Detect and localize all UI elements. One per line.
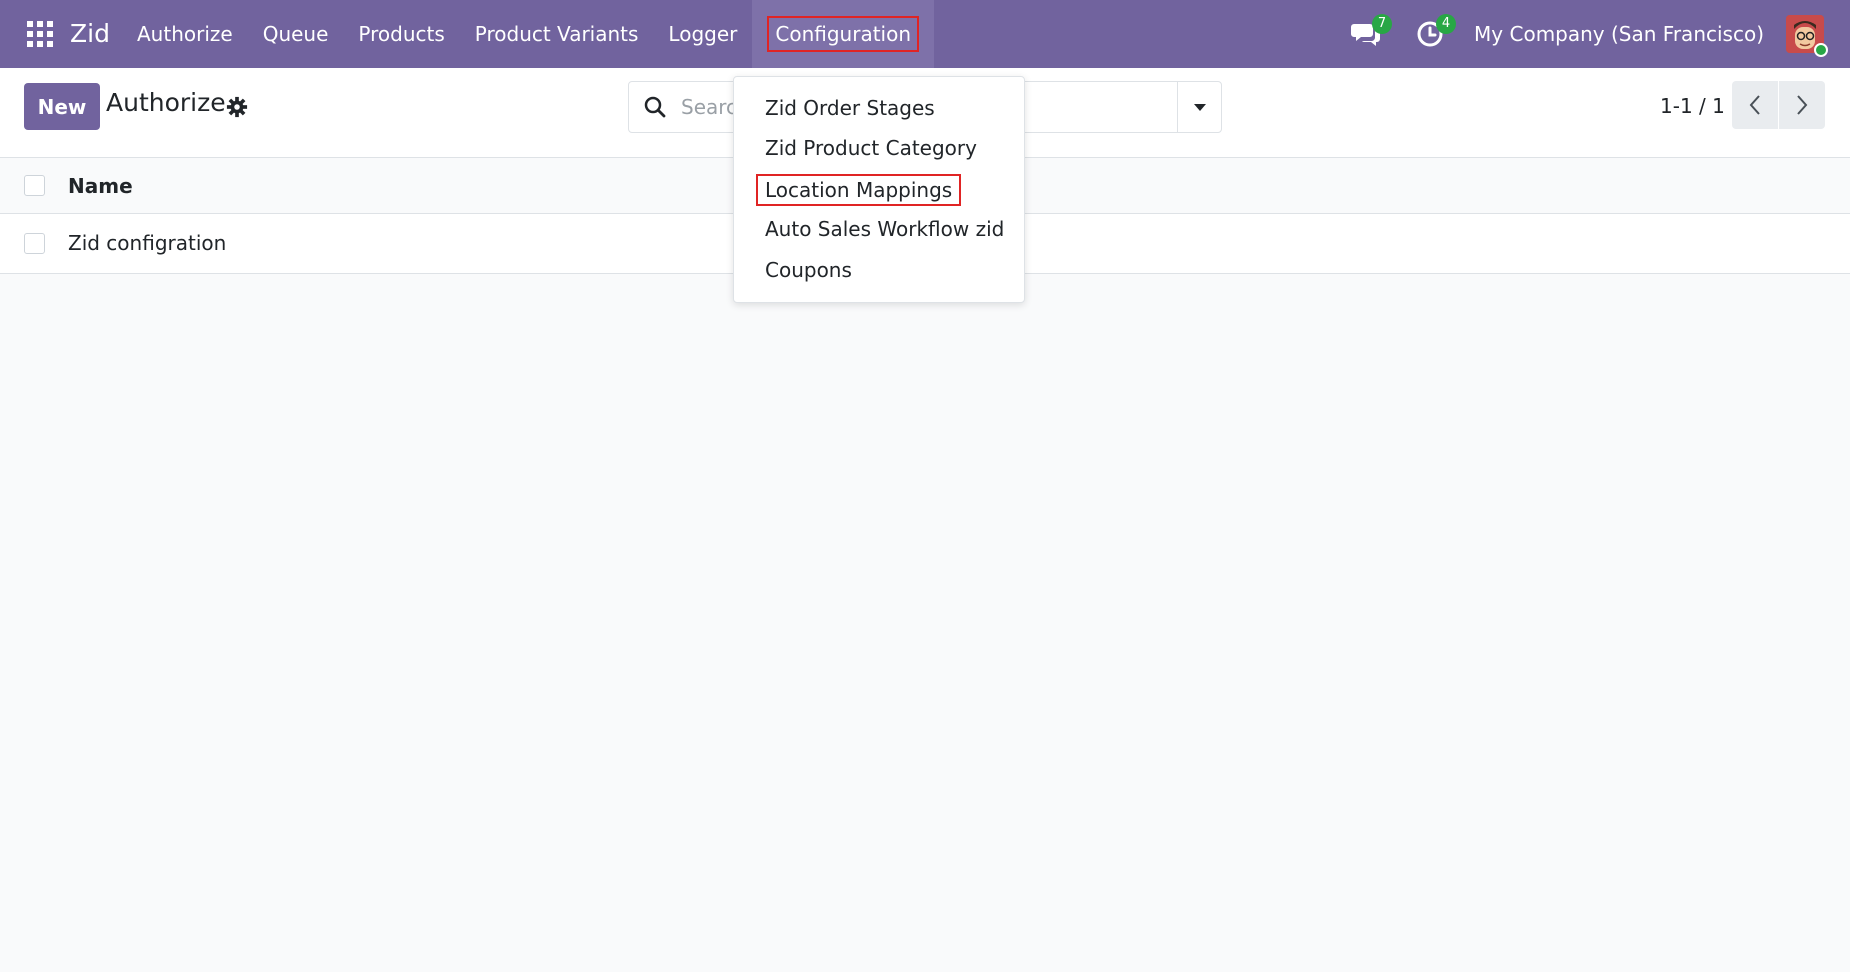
activities-button[interactable]: 4	[1410, 14, 1457, 54]
dropdown-item-zid-order-stages[interactable]: Zid Order Stages	[765, 96, 935, 120]
app-brand[interactable]: Zid	[70, 0, 110, 68]
search-icon	[644, 96, 666, 118]
activities-badge: 4	[1436, 14, 1457, 34]
menu-authorize[interactable]: Authorize	[122, 0, 248, 68]
search-options-toggle[interactable]	[1177, 82, 1221, 132]
chevron-right-icon	[1797, 95, 1808, 115]
menu-logger[interactable]: Logger	[653, 0, 752, 68]
user-avatar[interactable]	[1786, 15, 1828, 57]
apps-grid-icon[interactable]	[22, 16, 58, 52]
menu-queue[interactable]: Queue	[248, 0, 344, 68]
menu-product-variants[interactable]: Product Variants	[460, 0, 654, 68]
pager-value[interactable]: 1-1 / 1	[1660, 94, 1725, 118]
systray: 7 4 My Company (San Francisco)	[1346, 0, 1850, 68]
online-status-dot	[1814, 43, 1828, 57]
gear-icon[interactable]	[226, 96, 248, 118]
messages-badge: 7	[1372, 14, 1393, 34]
dropdown-item-location-mappings[interactable]: Location Mappings	[756, 174, 962, 206]
configuration-dropdown: Zid Order Stages Zid Product Category Lo…	[733, 76, 1025, 303]
dropdown-item-coupons[interactable]: Coupons	[765, 258, 852, 282]
row-checkbox[interactable]	[24, 233, 45, 254]
select-all-checkbox[interactable]	[24, 175, 45, 196]
caret-down-icon	[1193, 104, 1206, 111]
new-button[interactable]: New	[24, 83, 100, 130]
dropdown-item-auto-sales-workflow-zid[interactable]: Auto Sales Workflow zid	[765, 217, 1004, 241]
main-menu: Authorize Queue Products Product Variant…	[122, 0, 935, 68]
pager-next-button[interactable]	[1779, 81, 1825, 129]
top-navbar: Zid Authorize Queue Products Product Var…	[0, 0, 1850, 68]
page-title: Authorize	[106, 88, 226, 117]
messages-button[interactable]: 7	[1346, 14, 1393, 54]
pager-previous-button[interactable]	[1732, 81, 1778, 129]
company-switcher[interactable]: My Company (San Francisco)	[1474, 22, 1764, 46]
menu-configuration[interactable]: Configuration	[752, 0, 935, 68]
dropdown-item-zid-product-category[interactable]: Zid Product Category	[765, 136, 977, 160]
column-header-name[interactable]: Name	[68, 174, 133, 198]
menu-products[interactable]: Products	[343, 0, 459, 68]
row-name-cell[interactable]: Zid configration	[68, 231, 226, 255]
menu-configuration-label: Configuration	[767, 16, 920, 52]
chevron-left-icon	[1749, 95, 1760, 115]
